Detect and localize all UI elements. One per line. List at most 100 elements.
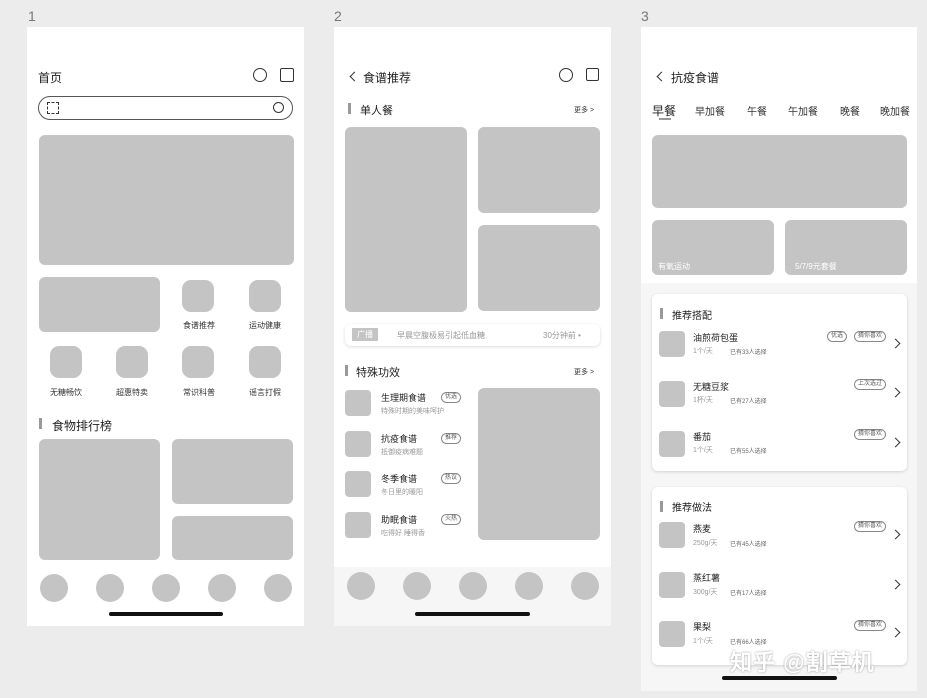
home-indicator [415,612,530,616]
tab-afternoon-snack[interactable]: 午加餐 [788,103,818,118]
section-recommended-combo: 推荐搭配 油煎荷包蛋 1个/天 已有33人选择 优选 猜你喜欢 无糖豆浆 1杯/… [652,294,907,471]
list-badge: 热议 [441,473,462,484]
chevron-right-icon[interactable] [890,627,901,638]
meal-image-large[interactable] [345,127,467,312]
banner-aerobic-label: 有氧运动 [658,262,690,271]
banner-image[interactable] [39,135,294,265]
banner-image[interactable] [652,135,907,208]
list-sub: 吃得好 睡得香 [381,530,425,537]
chevron-right-icon[interactable] [890,529,901,540]
list-badge: 火热 [441,514,462,525]
food-badge: 猜你喜欢 [854,620,887,631]
food-thumb [659,522,685,548]
section-marker [345,365,348,376]
meal-image-bottom[interactable] [478,225,600,311]
grid-label-sport: 运动健康 [249,321,281,330]
section-title: 食物排行榜 [52,419,113,433]
grid-icon-science[interactable] [182,346,214,378]
scan-icon[interactable] [47,102,59,114]
list-thumb [345,431,371,457]
grid-icon-sale[interactable] [116,346,148,378]
promo-image[interactable] [39,277,160,332]
tab-breakfast[interactable]: 早餐 [652,102,676,119]
banner-aerobic[interactable]: 有氧运动 [652,220,774,275]
food-name: 无糖豆浆 [693,382,730,392]
food-name: 燕麦 [693,524,712,534]
grid-label-sale: 超惠特卖 [116,388,148,397]
ranking-image-bottom[interactable] [172,516,293,560]
food-qty: 1个/天 [693,348,713,355]
grid-label-science: 常识科普 [183,388,215,397]
meal-image-top[interactable] [478,127,600,213]
food-thumb [659,621,685,647]
ranking-image-top[interactable] [172,439,293,504]
more-link[interactable]: 更多 > [574,105,594,115]
food-qty: 1个/天 [693,638,713,645]
section-title: 推荐搭配 [672,311,712,322]
grid-icon-sugarfree[interactable] [50,346,82,378]
search-icon[interactable] [273,102,284,113]
grid-icon-sport[interactable] [249,280,281,312]
banner-package[interactable]: 5/7/9元套餐 [785,220,907,275]
calendar-check-icon[interactable] [280,68,294,82]
food-badge: 上次选过 [854,379,887,390]
list-title: 生理期食谱 [381,393,427,403]
broadcast-bar[interactable]: 广播 早晨空腹极易引起低血糖 30分钟前 • [345,324,600,346]
list-badge: 优选 [441,392,462,403]
section-marker [660,308,663,319]
food-badge: 猜你喜欢 [854,331,887,342]
list-title: 助眠食谱 [381,515,418,525]
tab-bar-item-2[interactable] [96,574,124,602]
food-thumb [659,572,685,598]
food-qty: 300g/天 [693,589,718,596]
tab-bar-item-5[interactable] [571,572,599,600]
ranking-image-large[interactable] [39,439,160,560]
list-thumb [345,471,371,497]
tab-bar-item-1[interactable] [40,574,68,602]
chevron-right-icon[interactable] [890,437,901,448]
grid-icon-rumor[interactable] [249,346,281,378]
tab-bar-item-2[interactable] [403,572,431,600]
food-count: 已有55人选择 [730,449,767,455]
list-badge: 推荐 [441,433,462,444]
feature-image[interactable] [478,388,600,540]
list-sub: 冬日里的暖阳 [381,489,423,496]
screen-anti-epidemic: 抗疫食谱 早餐 早加餐 午餐 午加餐 晚餐 晚加餐 有氧运动 5/7/9元套餐 … [641,27,917,691]
chevron-right-icon[interactable] [890,579,901,590]
food-name: 果梨 [693,622,712,632]
share-icon[interactable] [586,68,599,81]
tab-indicator [659,118,671,120]
screen-number-1: 1 [28,8,36,24]
page-title: 首页 [38,71,63,85]
list-sub: 特殊时期的美味呵护 [381,408,444,415]
broadcast-time: 30分钟前 • [543,331,581,340]
list-thumb [345,390,371,416]
tab-night-snack[interactable]: 晚加餐 [880,103,910,118]
tab-bar-item-3[interactable] [152,574,180,602]
tab-dinner[interactable]: 晚餐 [840,103,860,118]
tab-lunch[interactable]: 午餐 [747,103,767,118]
grid-icon-recipe[interactable] [182,280,214,312]
food-name: 蒸红薯 [693,573,721,583]
tab-morning-snack[interactable]: 早加餐 [695,103,725,118]
more-link[interactable]: 更多 > [574,367,594,377]
grid-label-recipe: 食谱推荐 [183,321,215,330]
broadcast-tag: 广播 [352,328,378,341]
search-input[interactable] [38,96,293,120]
food-count: 已有45人选择 [730,542,767,548]
screen-recipes: 食谱推荐 单人餐 更多 > 广播 早晨空腹极易引起低血糖 30分钟前 • 特殊功… [334,27,611,626]
food-thumb [659,381,685,407]
chevron-right-icon[interactable] [890,387,901,398]
chevron-right-icon[interactable] [890,338,901,349]
message-icon[interactable] [253,68,267,82]
tab-bar-item-3[interactable] [459,572,487,600]
grid-label-rumor: 谣言打假 [249,388,281,397]
list-sub: 抵御疫病难题 [381,449,423,456]
tab-bar-item-4[interactable] [515,572,543,600]
section-title: 特殊功效 [356,367,400,379]
message-icon[interactable] [559,68,573,82]
food-count: 已有27人选择 [730,399,767,405]
tab-bar-item-4[interactable] [208,574,236,602]
tab-bar-item-1[interactable] [347,572,375,600]
tab-bar-item-5[interactable] [264,574,292,602]
